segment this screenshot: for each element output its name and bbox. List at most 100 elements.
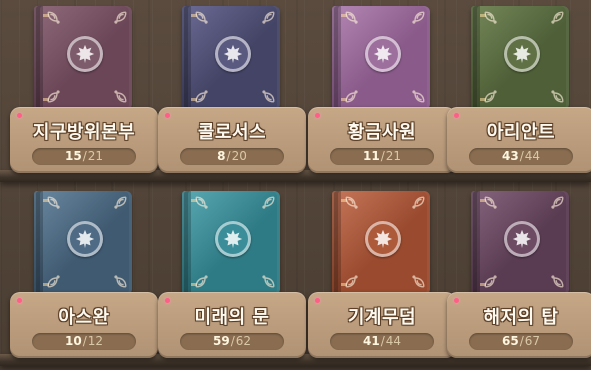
book-label-plate: 지구방위본부 15/21 bbox=[10, 107, 158, 173]
book-card[interactable]: 기계무덤 41/44 bbox=[308, 187, 456, 370]
maple-leaf-icon bbox=[67, 221, 103, 257]
total-count: 20 bbox=[231, 149, 247, 163]
ornament-icon bbox=[46, 10, 68, 32]
book-title: 해저의 탑 bbox=[483, 307, 559, 328]
book-spine bbox=[184, 191, 191, 295]
book-label-plate: 해저의 탑 65/67 bbox=[447, 292, 591, 358]
total-count: 62 bbox=[235, 334, 252, 348]
collection-count: 11/21 bbox=[330, 148, 434, 165]
book-card[interactable]: 아스완 10/12 bbox=[10, 187, 158, 370]
book-title: 지구방위본부 bbox=[32, 122, 136, 143]
book-cover[interactable] bbox=[332, 191, 432, 305]
book-card[interactable]: 황금사원 11/21 bbox=[308, 2, 456, 185]
total-count: 12 bbox=[87, 334, 104, 348]
total-count: 21 bbox=[385, 149, 402, 163]
collection-count: 59/62 bbox=[180, 333, 284, 350]
book-label-plate: 아리안트 43/44 bbox=[447, 107, 591, 173]
book-cover[interactable] bbox=[471, 191, 571, 305]
ornament-icon bbox=[543, 267, 565, 289]
book-card[interactable]: 미래의 문 59/62 bbox=[158, 187, 306, 370]
book-title: 아리안트 bbox=[486, 122, 556, 143]
total-count: 67 bbox=[524, 334, 541, 348]
count-separator: / bbox=[82, 149, 87, 163]
ornament-icon bbox=[254, 10, 276, 32]
collected-count: 10 bbox=[64, 334, 82, 348]
book-title: 황금사원 bbox=[347, 122, 417, 143]
book-cover[interactable] bbox=[34, 6, 134, 120]
ornament-icon bbox=[404, 267, 426, 289]
ornament-icon bbox=[194, 195, 216, 217]
count-separator: / bbox=[519, 149, 524, 163]
book-cover[interactable] bbox=[471, 6, 571, 120]
collected-count: 59 bbox=[212, 334, 230, 348]
book-cover[interactable] bbox=[182, 191, 282, 305]
book-spine bbox=[184, 6, 191, 110]
ornament-icon bbox=[46, 267, 68, 289]
maple-leaf-icon bbox=[365, 221, 401, 257]
book-spine bbox=[473, 191, 480, 295]
maple-leaf-icon bbox=[67, 36, 103, 72]
ornament-icon bbox=[404, 195, 426, 217]
book-spine bbox=[473, 6, 480, 110]
ornament-icon bbox=[344, 10, 366, 32]
ornament-icon bbox=[543, 10, 565, 32]
count-separator: / bbox=[519, 334, 524, 348]
maple-leaf-icon bbox=[365, 36, 401, 72]
collected-count: 43 bbox=[501, 149, 519, 163]
count-separator: / bbox=[380, 149, 385, 163]
book-cover[interactable] bbox=[332, 6, 432, 120]
book-label-plate: 미래의 문 59/62 bbox=[158, 292, 306, 358]
total-count: 44 bbox=[385, 334, 402, 348]
book-label-plate: 황금사원 11/21 bbox=[308, 107, 456, 173]
ornament-icon bbox=[194, 82, 216, 104]
maple-leaf-icon bbox=[215, 36, 251, 72]
book-title: 아스완 bbox=[58, 307, 110, 328]
book-label-plate: 아스완 10/12 bbox=[10, 292, 158, 358]
collection-count: 65/67 bbox=[469, 333, 573, 350]
book-label-plate: 콜로서스 8/20 bbox=[158, 107, 306, 173]
book-title: 미래의 문 bbox=[194, 307, 270, 328]
count-separator: / bbox=[380, 334, 385, 348]
book-label-plate: 기계무덤 41/44 bbox=[308, 292, 456, 358]
ornament-icon bbox=[543, 195, 565, 217]
book-spine bbox=[334, 191, 341, 295]
collection-count: 41/44 bbox=[330, 333, 434, 350]
collected-count: 11 bbox=[362, 149, 380, 163]
book-card[interactable]: 아리안트 43/44 bbox=[447, 2, 591, 185]
ornament-icon bbox=[254, 267, 276, 289]
count-separator: / bbox=[226, 149, 231, 163]
collection-count: 8/20 bbox=[180, 148, 284, 165]
book-card[interactable]: 지구방위본부 15/21 bbox=[10, 2, 158, 185]
maple-leaf-icon bbox=[504, 221, 540, 257]
book-card[interactable]: 해저의 탑 65/67 bbox=[447, 187, 591, 370]
ornament-icon bbox=[483, 195, 505, 217]
ornament-icon bbox=[106, 10, 128, 32]
ornament-icon bbox=[194, 267, 216, 289]
total-count: 21 bbox=[87, 149, 104, 163]
book-card[interactable]: 콜로서스 8/20 bbox=[158, 2, 306, 185]
maple-leaf-icon bbox=[504, 36, 540, 72]
count-separator: / bbox=[230, 334, 235, 348]
ornament-icon bbox=[543, 82, 565, 104]
ornament-icon bbox=[404, 82, 426, 104]
collected-count: 65 bbox=[501, 334, 519, 348]
ornament-icon bbox=[254, 82, 276, 104]
maple-leaf-icon bbox=[215, 221, 251, 257]
ornament-icon bbox=[344, 267, 366, 289]
ornament-icon bbox=[254, 195, 276, 217]
collection-count: 15/21 bbox=[32, 148, 136, 165]
ornament-icon bbox=[344, 195, 366, 217]
total-count: 44 bbox=[524, 149, 541, 163]
book-spine bbox=[334, 6, 341, 110]
ornament-icon bbox=[194, 10, 216, 32]
collected-count: 41 bbox=[362, 334, 380, 348]
book-cover[interactable] bbox=[182, 6, 282, 120]
ornament-icon bbox=[404, 10, 426, 32]
ornament-icon bbox=[106, 82, 128, 104]
book-collection-grid: 지구방위본부 15/21 콜로서스 8/20 황금사원 11/21 아리안트 43/44 bbox=[0, 0, 591, 366]
ornament-icon bbox=[46, 82, 68, 104]
ornament-icon bbox=[483, 82, 505, 104]
collection-count: 43/44 bbox=[469, 148, 573, 165]
book-cover[interactable] bbox=[34, 191, 134, 305]
ornament-icon bbox=[483, 267, 505, 289]
